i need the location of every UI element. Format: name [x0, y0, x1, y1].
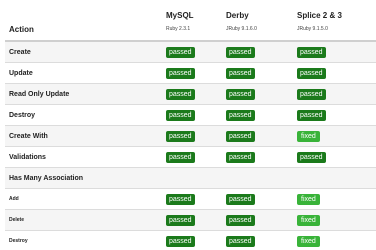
result-cell: passed [293, 146, 376, 168]
table-row: Create With passed passed fixed [5, 125, 376, 147]
database-name: Splice 2 & 3 [297, 11, 342, 20]
passed-badge: passed [226, 67, 255, 79]
result-cell: passed [162, 146, 222, 168]
result-cell: passed [162, 83, 222, 105]
result-cell: passed [222, 209, 293, 231]
action-label: Add [5, 188, 162, 210]
action-label: Create [5, 40, 162, 63]
table-row: Create passed passed passed [5, 40, 376, 63]
action-label: Delete [5, 209, 162, 231]
action-label: Validations [5, 146, 162, 168]
result-cell: passed [293, 104, 376, 126]
fixed-badge: fixed [297, 235, 320, 247]
result-cell: passed [162, 230, 222, 250]
result-cell: passed [293, 62, 376, 84]
result-cell: passed [293, 40, 376, 63]
passed-badge: passed [166, 88, 195, 100]
column-header-splice: Splice 2 & 3 JRuby 9.1.5.0 [293, 0, 376, 42]
passed-badge: passed [297, 88, 326, 100]
table-row: Add passed passed fixed [5, 188, 376, 210]
database-version: JRuby 9.1.5.0 [297, 26, 328, 32]
action-label: Read Only Update [5, 83, 162, 105]
result-cell: fixed [293, 188, 376, 210]
result-cell: passed [222, 62, 293, 84]
passed-badge: passed [166, 109, 195, 121]
passed-badge: passed [226, 109, 255, 121]
passed-badge: passed [226, 193, 255, 205]
fixed-badge: fixed [297, 193, 320, 205]
compatibility-table: Action MySQL Ruby 2.3.1 Derby JRuby 9.1.… [5, 0, 376, 250]
result-cell: passed [222, 125, 293, 147]
result-cell: passed [293, 83, 376, 105]
result-cell: passed [222, 83, 293, 105]
table-row: Destroy passed passed fixed [5, 230, 376, 250]
column-header-action: Action [5, 0, 162, 42]
result-cell: fixed [293, 230, 376, 250]
result-cell: passed [222, 104, 293, 126]
passed-badge: passed [226, 235, 255, 247]
passed-badge: passed [166, 214, 195, 226]
passed-badge: passed [226, 46, 255, 58]
passed-badge: passed [166, 130, 195, 142]
result-cell: passed [222, 230, 293, 250]
result-cell: passed [222, 188, 293, 210]
section-row: Has Many Association [5, 167, 376, 189]
passed-badge: passed [166, 151, 195, 163]
fixed-badge: fixed [297, 214, 320, 226]
passed-badge: passed [166, 67, 195, 79]
table-row: Update passed passed passed [5, 62, 376, 84]
database-name: Derby [226, 11, 249, 20]
passed-badge: passed [166, 193, 195, 205]
table-row: Read Only Update passed passed passed [5, 83, 376, 105]
compatibility-page: Action MySQL Ruby 2.3.1 Derby JRuby 9.1.… [0, 0, 376, 250]
passed-badge: passed [226, 88, 255, 100]
column-header-derby: Derby JRuby 9.1.6.0 [222, 0, 293, 42]
result-cell: passed [162, 62, 222, 84]
column-header-mysql: MySQL Ruby 2.3.1 [162, 0, 222, 42]
action-label: Destroy [5, 230, 162, 250]
result-cell: fixed [293, 209, 376, 231]
result-cell: passed [222, 40, 293, 63]
passed-badge: passed [297, 151, 326, 163]
database-name: MySQL [166, 11, 194, 20]
action-label: Update [5, 62, 162, 84]
table-header-row: Action MySQL Ruby 2.3.1 Derby JRuby 9.1.… [5, 0, 376, 42]
passed-badge: passed [166, 235, 195, 247]
passed-badge: passed [166, 46, 195, 58]
passed-badge: passed [297, 46, 326, 58]
database-version: Ruby 2.3.1 [166, 26, 191, 32]
action-label: Create With [5, 125, 162, 147]
action-label: Destroy [5, 104, 162, 126]
result-cell: passed [222, 146, 293, 168]
table-row: Delete passed passed fixed [5, 209, 376, 231]
passed-badge: passed [297, 109, 326, 121]
result-cell: passed [162, 125, 222, 147]
passed-badge: passed [297, 67, 326, 79]
passed-badge: passed [226, 151, 255, 163]
result-cell: passed [162, 40, 222, 63]
fixed-badge: fixed [297, 130, 320, 142]
section-filler [162, 167, 376, 189]
table-body: Create passed passed passed Update passed pass… [5, 40, 376, 250]
table-row: Validations passed passed passed [5, 146, 376, 168]
passed-badge: passed [226, 130, 255, 142]
table-row: Destroy passed passed passed [5, 104, 376, 126]
passed-badge: passed [226, 214, 255, 226]
action-label: Has Many Association [5, 167, 162, 189]
database-version: JRuby 9.1.6.0 [226, 26, 257, 32]
result-cell: passed [162, 188, 222, 210]
result-cell: fixed [293, 125, 376, 147]
result-cell: passed [162, 209, 222, 231]
result-cell: passed [162, 104, 222, 126]
